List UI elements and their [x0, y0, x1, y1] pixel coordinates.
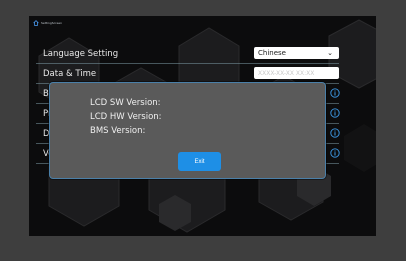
setting-row-language: Language Setting Chinese ⌄	[36, 44, 339, 64]
bms-version-label: BMS Version:	[90, 126, 146, 136]
version-dialog: LCD SW Version: LCD HW Version: BMS Vers…	[49, 82, 326, 179]
info-icon[interactable]	[330, 148, 340, 158]
info-icon[interactable]	[330, 108, 340, 118]
top-bar: SettingScreen	[33, 19, 62, 27]
setting-label: Language Setting	[43, 48, 119, 59]
lcd-sw-version-label: LCD SW Version:	[90, 98, 161, 108]
datetime-input[interactable]: XXXX-XX-XX XX:XX	[254, 67, 339, 79]
lcd-hw-version-label: LCD HW Version:	[90, 112, 162, 122]
setting-row-datetime: Data & Time XXXX-XX-XX XX:XX	[36, 64, 339, 84]
home-icon[interactable]	[33, 20, 39, 26]
language-select[interactable]: Chinese ⌄	[254, 47, 339, 59]
language-select-value: Chinese	[258, 49, 286, 57]
chevron-down-icon: ⌄	[327, 49, 333, 57]
info-icon[interactable]	[330, 88, 340, 98]
screen-title: SettingScreen	[41, 21, 63, 25]
setting-label: Data & Time	[43, 68, 97, 79]
info-icon[interactable]	[330, 128, 340, 138]
exit-button[interactable]: Exit	[178, 152, 221, 171]
